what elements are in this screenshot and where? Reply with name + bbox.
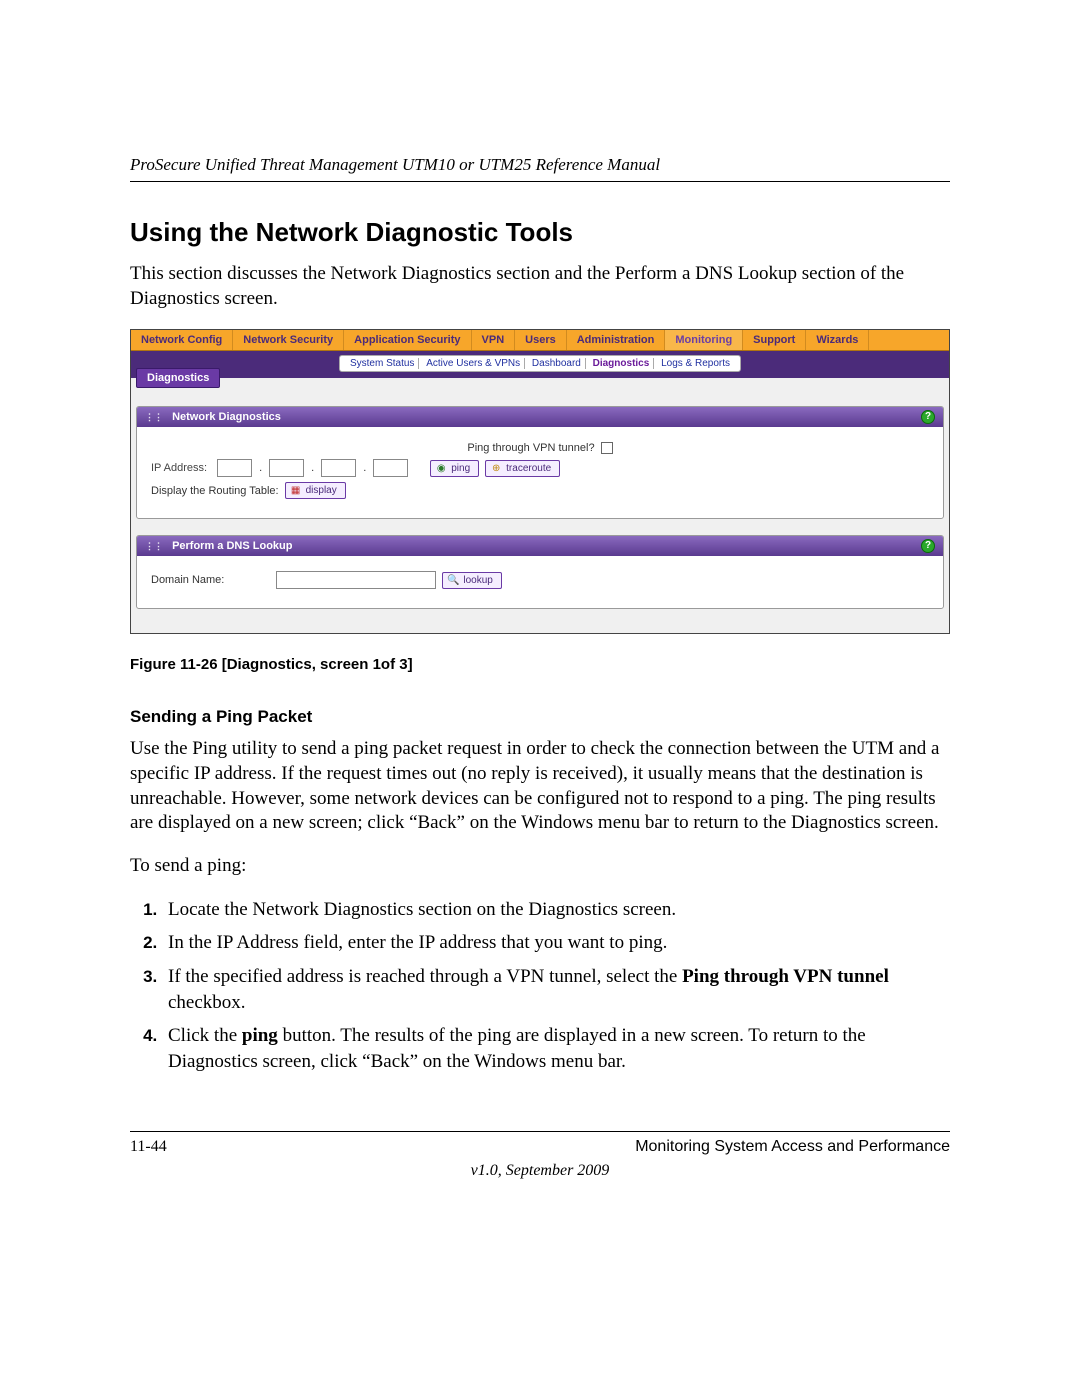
footer-chapter: Monitoring System Access and Performance xyxy=(635,1138,950,1156)
main-tabbar: Network Config Network Security Applicat… xyxy=(131,330,949,351)
ping-icon: ◉ xyxy=(435,462,447,474)
tab-application-security[interactable]: Application Security xyxy=(344,330,471,350)
help-icon[interactable]: ? xyxy=(921,539,935,553)
traceroute-icon: ⊕ xyxy=(490,462,502,474)
tab-network-config[interactable]: Network Config xyxy=(131,330,233,350)
ping-button[interactable]: ◉ ping xyxy=(430,460,479,477)
step-2: In the IP Address field, enter the IP ad… xyxy=(162,930,950,956)
diagnostics-chip: Diagnostics xyxy=(136,368,220,388)
traceroute-button[interactable]: ⊕ traceroute xyxy=(485,460,560,477)
subtab-dashboard[interactable]: Dashboard xyxy=(528,358,586,369)
tab-administration[interactable]: Administration xyxy=(567,330,666,350)
ping-vpn-checkbox[interactable] xyxy=(601,442,613,454)
subtab-system-status[interactable]: System Status xyxy=(346,358,419,369)
running-header: ProSecure Unified Threat Management UTM1… xyxy=(130,155,950,175)
lookup-button[interactable]: 🔍 lookup xyxy=(442,572,501,589)
domain-name-label: Domain Name: xyxy=(151,574,224,586)
subtab-bar: System Status Active Users & VPNs Dashbo… xyxy=(131,351,949,378)
steps-list: Locate the Network Diagnostics section o… xyxy=(162,897,950,1075)
tab-vpn[interactable]: VPN xyxy=(472,330,516,350)
ip-address-label: IP Address: xyxy=(151,462,211,474)
footer-rule xyxy=(130,1131,950,1132)
ip-octet-1[interactable] xyxy=(217,459,252,477)
tab-wizards[interactable]: Wizards xyxy=(806,330,869,350)
header-rule xyxy=(130,181,950,182)
routing-table-label: Display the Routing Table: xyxy=(151,485,279,497)
panel-title-dns-lookup: Perform a DNS Lookup xyxy=(172,540,292,552)
dns-lookup-panel: ⋮⋮ Perform a DNS Lookup ? Domain Name: 🔍… xyxy=(136,535,944,609)
ping-vpn-label: Ping through VPN tunnel? xyxy=(467,442,594,454)
step-3: If the specified address is reached thro… xyxy=(162,964,950,1015)
help-icon[interactable]: ? xyxy=(921,410,935,424)
domain-name-input[interactable] xyxy=(276,571,436,589)
ip-octet-4[interactable] xyxy=(373,459,408,477)
figure-caption: Figure 11-26 [Diagnostics, screen 1of 3] xyxy=(130,656,950,673)
footer: 11-44 Monitoring System Access and Perfo… xyxy=(130,1138,950,1156)
tab-users[interactable]: Users xyxy=(515,330,567,350)
step-4: Click the ping button. The results of th… xyxy=(162,1023,950,1074)
network-diagnostics-panel: ⋮⋮ Network Diagnostics ? Ping through VP… xyxy=(136,406,944,519)
section-intro: This section discusses the Network Diagn… xyxy=(130,262,950,311)
footer-version: v1.0, September 2009 xyxy=(130,1162,950,1180)
subsection-para: Use the Ping utility to send a ping pack… xyxy=(130,737,950,836)
tab-monitoring[interactable]: Monitoring xyxy=(665,330,743,350)
ip-octet-2[interactable] xyxy=(269,459,304,477)
subtab-logs-reports[interactable]: Logs & Reports xyxy=(657,358,734,369)
panel-title-network-diagnostics: Network Diagnostics xyxy=(172,411,281,423)
ip-octet-3[interactable] xyxy=(321,459,356,477)
panel-handle-icon: ⋮⋮ xyxy=(145,541,163,551)
steps-lead: To send a ping: xyxy=(130,854,950,879)
section-heading: Using the Network Diagnostic Tools xyxy=(130,217,950,248)
step-1: Locate the Network Diagnostics section o… xyxy=(162,897,950,923)
tab-support[interactable]: Support xyxy=(743,330,806,350)
subtab-diagnostics[interactable]: Diagnostics xyxy=(589,358,655,369)
diagnostics-screenshot-figure: Network Config Network Security Applicat… xyxy=(130,329,950,634)
subtab-active-users-vpns[interactable]: Active Users & VPNs xyxy=(422,358,525,369)
display-icon: ▦ xyxy=(290,485,302,497)
panel-handle-icon: ⋮⋮ xyxy=(145,412,163,422)
subsection-heading: Sending a Ping Packet xyxy=(130,707,950,727)
magnifier-icon: 🔍 xyxy=(447,574,459,586)
display-button[interactable]: ▦ display xyxy=(285,482,346,499)
tab-network-security[interactable]: Network Security xyxy=(233,330,344,350)
page-number: 11-44 xyxy=(130,1138,167,1156)
